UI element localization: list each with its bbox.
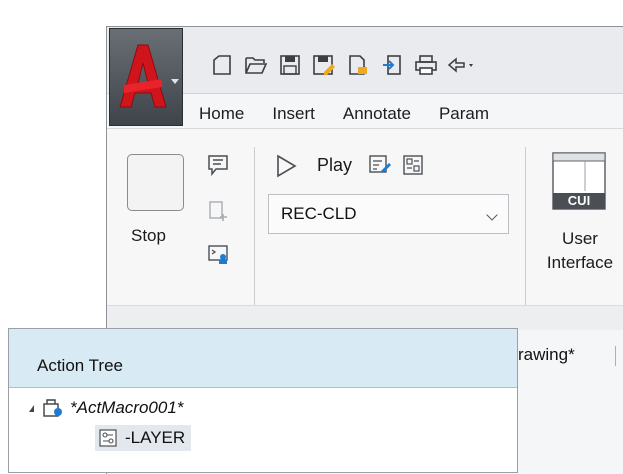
panel-separator: [254, 147, 255, 312]
tab-insert[interactable]: Insert: [258, 99, 329, 129]
stop-label: Stop: [131, 226, 166, 245]
publish-icon[interactable]: [341, 50, 375, 80]
tab-annotate[interactable]: Annotate: [329, 99, 425, 129]
expand-triangle-icon[interactable]: [29, 404, 34, 412]
tab-home[interactable]: Home: [185, 99, 258, 129]
drawing-tab[interactable]: rawing*: [518, 345, 575, 365]
import-icon[interactable]: [375, 50, 409, 80]
undo-icon[interactable]: [443, 50, 477, 80]
user-interface-button[interactable]: User Interface: [535, 227, 623, 275]
cui-icon-text: CUI: [567, 193, 591, 208]
ribbon-panel: Stop Play REC-CLD CUI User Interface: [107, 128, 623, 328]
tree-node-root[interactable]: *ActMacro001*: [29, 395, 183, 421]
ribbon-tabs: Home Insert Annotate Param: [185, 99, 503, 129]
action-macro-dropdown-value: REC-CLD: [281, 204, 357, 223]
application-menu-button[interactable]: [109, 28, 183, 126]
ribbon-panel-footer: [107, 305, 623, 330]
autocad-logo-icon: [119, 44, 167, 108]
action-tree-title: Action Tree: [37, 356, 123, 375]
open-icon[interactable]: [239, 50, 273, 80]
user-interface-label-line1: User: [562, 229, 598, 248]
action-tree-panel: Action Tree *ActMacro001* -LAYER: [8, 328, 518, 473]
action-tree-header: Action Tree: [9, 329, 517, 388]
action-macro-icon: [42, 398, 64, 418]
tree-node-root-label: *ActMacro001*: [70, 398, 184, 417]
save-icon[interactable]: [273, 50, 307, 80]
command-action-icon: [99, 429, 117, 447]
insert-message-icon[interactable]: [206, 153, 230, 177]
play-button[interactable]: Play: [317, 155, 352, 176]
play-icon[interactable]: [274, 154, 298, 178]
insert-base-point-icon: [206, 199, 230, 223]
save-as-icon[interactable]: [307, 50, 341, 80]
action-macro-manager-icon[interactable]: [368, 153, 392, 177]
cui-icon[interactable]: CUI: [551, 151, 607, 211]
selected-tree-row[interactable]: -LAYER: [95, 425, 192, 451]
chevron-down-icon: [171, 79, 179, 84]
request-user-input-icon[interactable]: [206, 242, 230, 266]
tab-divider: [615, 346, 616, 366]
tree-node-child[interactable]: -LAYER: [95, 425, 192, 451]
chevron-down-icon: [486, 209, 498, 221]
tree-node-child-label: -LAYER: [125, 428, 186, 447]
new-icon[interactable]: [205, 50, 239, 80]
action-macro-dropdown[interactable]: REC-CLD: [268, 194, 509, 234]
panel-separator: [525, 147, 526, 312]
user-interface-label-line2: Interface: [546, 253, 614, 272]
manage-macros-icon[interactable]: [401, 153, 425, 177]
plot-icon[interactable]: [409, 50, 443, 80]
tab-parametric[interactable]: Param: [425, 99, 503, 129]
quick-access-toolbar: [205, 48, 477, 82]
stop-button[interactable]: [127, 154, 184, 211]
